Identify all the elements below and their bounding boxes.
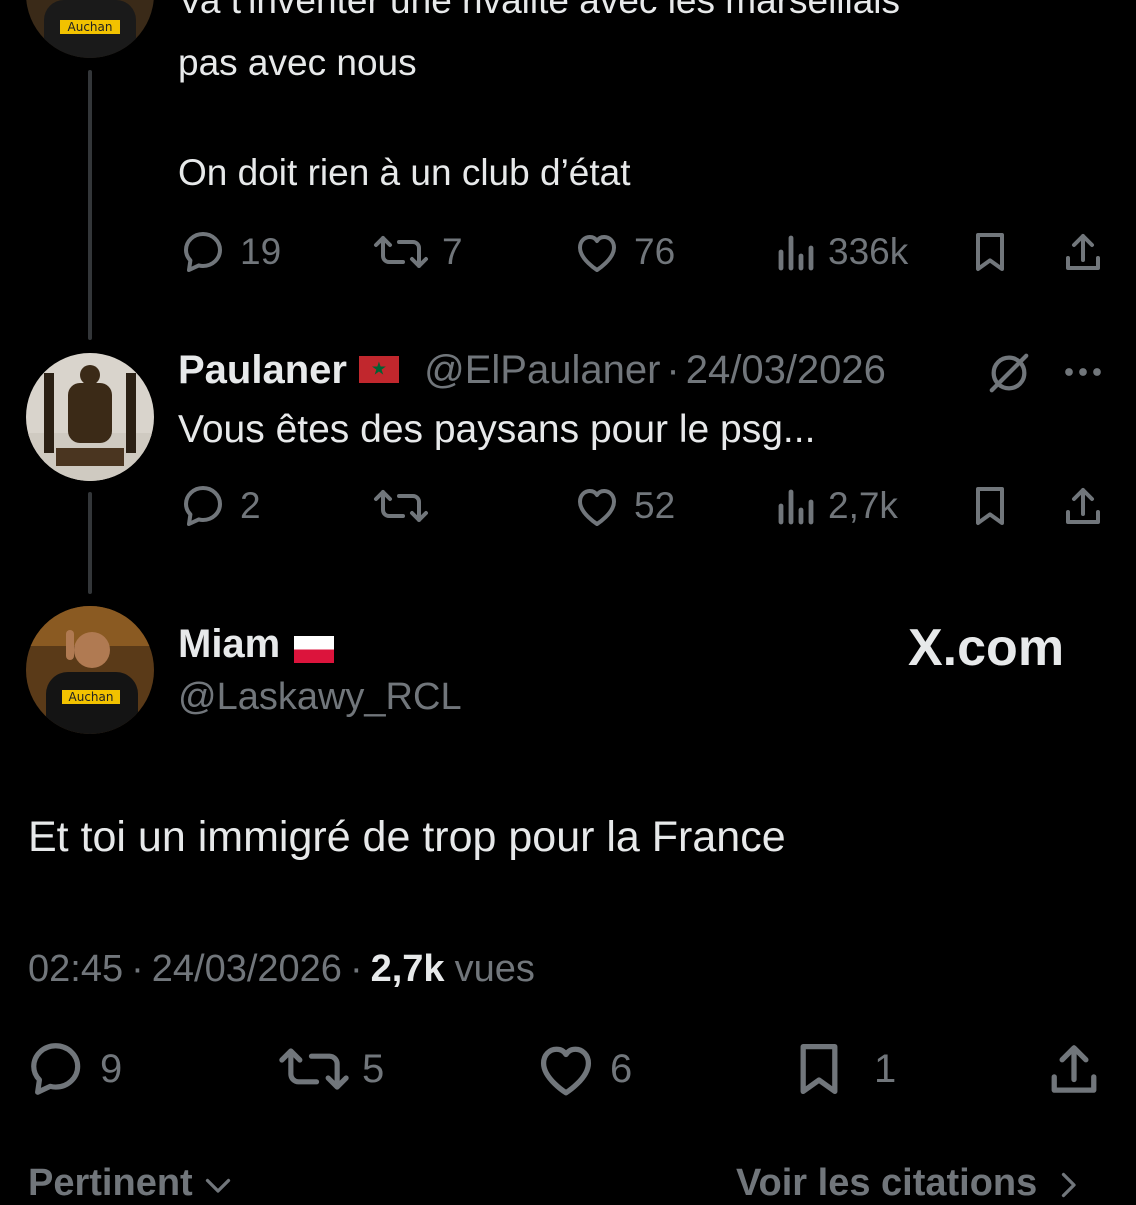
share-icon [1051, 1045, 1097, 1093]
tweet-date[interactable]: 24/03/2026 [686, 348, 886, 392]
like-count: 52 [634, 485, 676, 526]
bookmark-count: 1 [874, 1046, 897, 1091]
reply-icon [184, 486, 222, 526]
separator: · [666, 348, 680, 392]
reply-count: 19 [240, 231, 282, 272]
author-name[interactable]: Paulaner [178, 348, 347, 392]
like-icon [540, 1046, 592, 1096]
like-button[interactable]: 6 [534, 1040, 632, 1098]
views-count: 336k [828, 231, 909, 272]
avatar-reply-tweet[interactable] [26, 353, 154, 481]
chevron-right-icon [1061, 1172, 1076, 1198]
like-button[interactable]: 52 [572, 484, 675, 528]
bookmark-button[interactable] [968, 484, 1012, 528]
like-icon [578, 489, 616, 526]
repost-count: 5 [362, 1046, 385, 1091]
thread-line [88, 492, 92, 594]
views-button[interactable]: 336k [774, 230, 908, 274]
reply-count: 2 [240, 485, 261, 526]
bookmark-icon [800, 1043, 838, 1095]
reply-button[interactable]: 19 [180, 230, 281, 274]
share-button[interactable] [1060, 484, 1106, 528]
grok-button[interactable] [986, 350, 1032, 401]
tweet-text-line: Va t'inventer une rivalité avec les mars… [178, 0, 901, 21]
reply-count: 9 [100, 1046, 123, 1091]
like-icon [578, 235, 616, 272]
svg-text:Auchan: Auchan [69, 690, 114, 704]
brand-text: X.com [908, 619, 1065, 677]
tweet-text-line: pas avec nous [178, 42, 417, 83]
reply-button[interactable]: 2 [180, 484, 261, 528]
share-button[interactable] [1060, 230, 1106, 274]
thread-line [88, 70, 92, 340]
flag-icon [294, 636, 335, 664]
like-button[interactable]: 76 [572, 230, 675, 274]
like-count: 6 [610, 1046, 633, 1091]
more-button[interactable] [1062, 362, 1104, 387]
repost-button[interactable]: 5 [278, 1040, 384, 1098]
tweet-time[interactable]: 02:45 [28, 948, 123, 990]
author-handle[interactable]: @Laskawy_RCL [178, 676, 462, 719]
views-count: 2,7k [828, 485, 898, 526]
quotes-label: Voir les citations [736, 1162, 1038, 1204]
repost-icon [374, 490, 428, 522]
separator: · [131, 948, 144, 990]
bookmark-button[interactable] [968, 230, 1012, 274]
avatar-main-tweet[interactable]: Auchan [26, 606, 154, 734]
author-handle[interactable]: @ElPaulaner [424, 348, 660, 392]
more-icon [1065, 368, 1101, 376]
repost-count: 7 [442, 231, 463, 272]
views-label: vues [454, 948, 535, 990]
views-icon [778, 489, 814, 525]
main-author-row: Miam [178, 622, 335, 667]
flag-icon [358, 355, 399, 383]
like-count: 76 [634, 231, 676, 272]
reply-button[interactable]: 9 [26, 1040, 122, 1098]
views-count: 2,7k [370, 948, 445, 990]
bookmark-button[interactable]: 1 [790, 1040, 896, 1098]
view-quotes-link[interactable]: Voir les citations [736, 1162, 1080, 1205]
repost-icon [279, 1048, 349, 1090]
avatar-top-tweet[interactable]: Auchan [26, 0, 154, 58]
reply-icon [184, 232, 222, 272]
separator: · [349, 948, 363, 990]
reply-icon [31, 1043, 81, 1095]
bookmark-icon [976, 233, 1004, 271]
views-button[interactable]: 2,7k [774, 484, 898, 528]
repost-button[interactable] [372, 484, 442, 528]
sort-dropdown[interactable]: Pertinent [28, 1162, 233, 1205]
tweet-text: Vous êtes des paysans pour le psg... [178, 408, 816, 451]
sort-label: Pertinent [28, 1162, 193, 1204]
tweet-text-line: On doit rien à un club d’état [178, 152, 631, 193]
svg-text:Auchan: Auchan [68, 20, 113, 34]
author-name[interactable]: Miam [178, 622, 280, 666]
repost-button[interactable]: 7 [372, 230, 463, 274]
views-icon [778, 235, 814, 271]
share-button[interactable] [1044, 1040, 1104, 1098]
tweet-meta: 02:45 · 24/03/2026 · 2,7k vues [28, 948, 535, 991]
share-icon [1066, 234, 1100, 270]
bookmark-icon [976, 487, 1004, 525]
xcom-watermark: X.com [908, 618, 1064, 678]
grok-icon [989, 353, 1029, 393]
tweet-date[interactable]: 24/03/2026 [152, 948, 342, 990]
chevron-down-icon [206, 1178, 231, 1193]
tweet-text: Et toi un immigré de trop pour la France [28, 813, 786, 861]
reply-header: Paulaner @ElPaulaner·24/03/2026 [178, 348, 886, 393]
repost-icon [374, 236, 428, 268]
share-icon [1066, 488, 1100, 524]
